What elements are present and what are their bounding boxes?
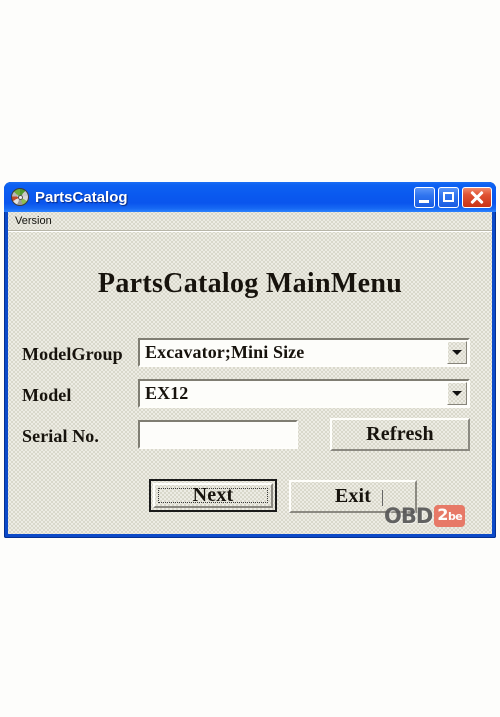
close-button[interactable]: [462, 186, 492, 208]
arrow-down-glyph: [452, 391, 462, 396]
parts-catalog-window: PartsCatalog Version PartsCatalog MainMe…: [4, 182, 496, 538]
next-button[interactable]: Next: [149, 479, 277, 512]
title-bar[interactable]: PartsCatalog: [4, 182, 496, 212]
disc-icon: [11, 188, 29, 206]
client-area: Version PartsCatalog MainMenu ModelGroup…: [8, 212, 492, 534]
watermark-tick: [382, 490, 383, 506]
window-controls: [414, 186, 492, 208]
obd2be-watermark: OBD 2be: [382, 490, 466, 529]
serial-no-input[interactable]: [138, 420, 298, 449]
label-model: Model: [22, 385, 72, 405]
window-title: PartsCatalog: [35, 188, 128, 206]
maximize-button[interactable]: [438, 186, 459, 208]
next-button-label: Next: [192, 484, 234, 506]
model-group-combobox[interactable]: Excavator;Mini Size: [138, 338, 470, 367]
next-button-bevel: Next: [153, 483, 273, 508]
label-serial-no: Serial No.: [22, 426, 99, 446]
watermark-obd-text: OBD: [384, 503, 433, 528]
menu-item-version[interactable]: Version: [8, 213, 58, 229]
minimize-button[interactable]: [414, 186, 435, 208]
chevron-down-icon[interactable]: [447, 382, 467, 405]
arrow-down-glyph: [452, 350, 462, 355]
model-group-value: Excavator;Mini Size: [145, 341, 305, 362]
next-button-focus-rect: Next: [158, 484, 268, 506]
watermark-2be-badge: 2be: [434, 505, 466, 527]
menu-bar: Version: [8, 212, 492, 232]
page-title: PartsCatalog MainMenu: [97, 268, 403, 299]
label-model-group: ModelGroup: [22, 344, 123, 364]
model-value: EX12: [145, 382, 189, 403]
watermark-2-text: 2: [437, 505, 448, 524]
chevron-down-icon[interactable]: [447, 341, 467, 364]
model-combobox[interactable]: EX12: [138, 379, 470, 408]
watermark-be-text: be: [447, 510, 463, 523]
refresh-button[interactable]: Refresh: [330, 418, 470, 451]
